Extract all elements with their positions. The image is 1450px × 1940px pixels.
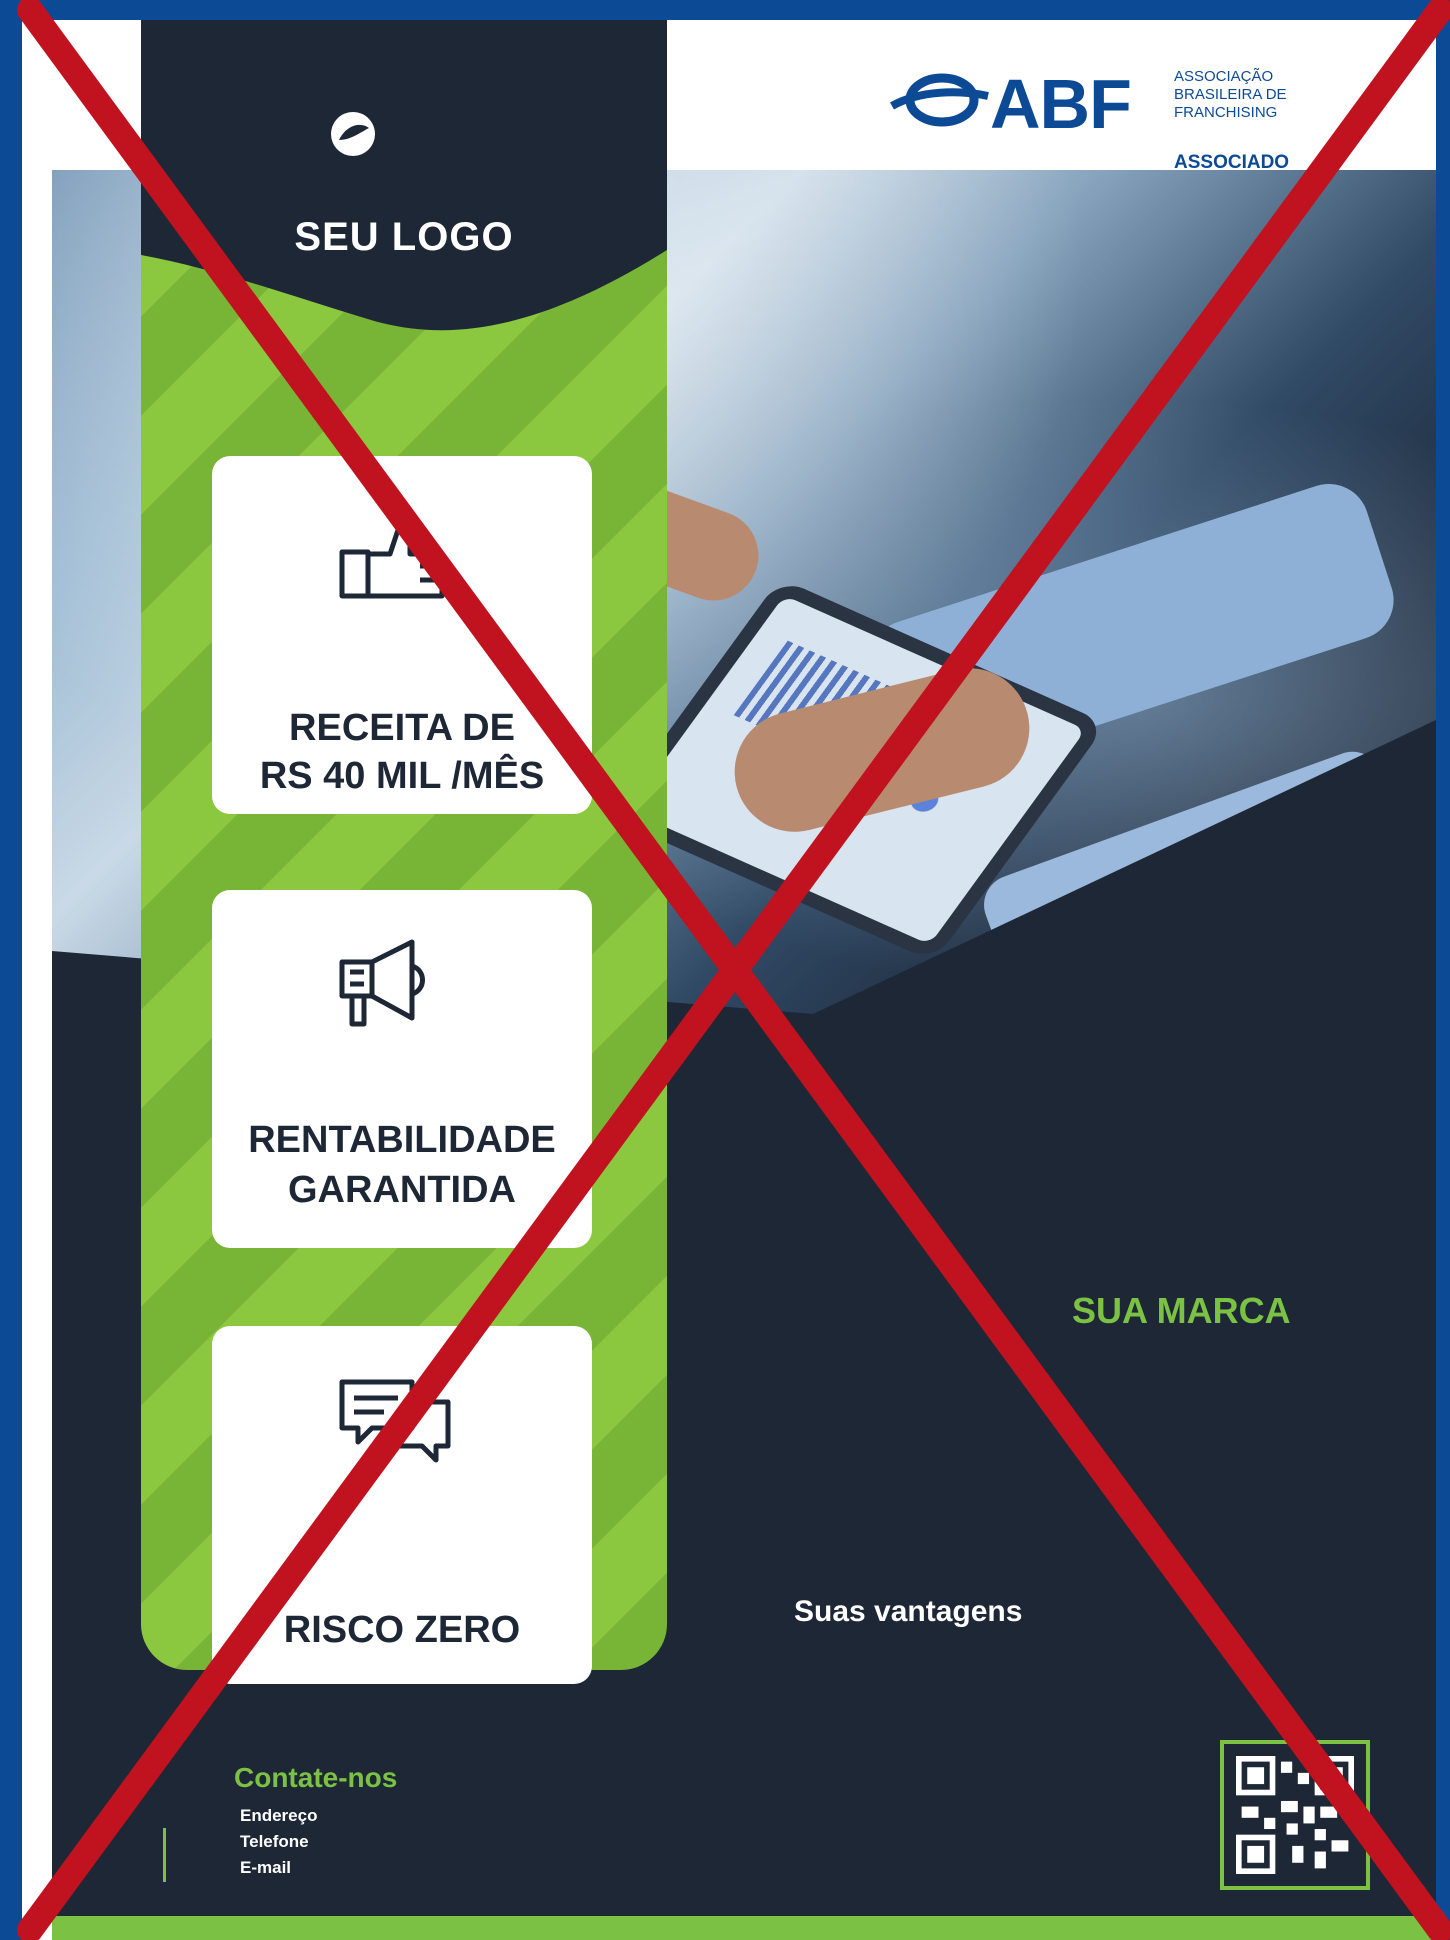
abf-associate-badge: ABF ASSOCIAÇÃO BRASILEIRA DE FRANCHISING… [890, 60, 1330, 180]
abf-org-name: ASSOCIAÇÃO BRASILEIRA DE FRANCHISING [1174, 68, 1287, 121]
feature-card-profitability: RENTABILIDADE GARANTIDA [212, 890, 592, 1248]
abf-wordmark: ABF [990, 65, 1132, 143]
feature-card-risk: RISCO ZERO [212, 1326, 592, 1684]
contact-email: E-mail [240, 1858, 292, 1877]
card-label-line1: RISCO ZERO [283, 1609, 521, 1651]
chat-bubbles-icon [339, 1379, 451, 1463]
thumbs-up-icon [339, 527, 445, 599]
card-label-line2: RS 40 MIL /MÊS [259, 755, 545, 797]
contact-phone: Telefone [240, 1832, 309, 1851]
abf-associate-tag: ASSOCIADO [1174, 152, 1290, 173]
green-footer-bar [52, 1916, 1436, 1940]
flyer-page: SEU LOGO RECEITA DE RS 40 MIL /MÊS RENTA… [22, 20, 1436, 1940]
card-label-line2: GARANTIDA [288, 1169, 516, 1211]
qr-code [1220, 1740, 1370, 1890]
contact-divider [163, 1828, 166, 1882]
card-label-line1: RENTABILIDADE [248, 1119, 556, 1161]
logo-text: SEU LOGO [294, 215, 514, 259]
qr-code-icon [1236, 1756, 1354, 1874]
megaphone-icon [339, 939, 425, 1027]
card-label-line1: RECEITA DE [289, 707, 515, 749]
contact-address: Endereço [240, 1806, 318, 1825]
brand-text: SUA MARCA [1072, 1290, 1291, 1331]
logo-header [141, 20, 667, 360]
circle-logo-icon [331, 112, 375, 156]
globe-logo-icon [890, 73, 989, 127]
feature-card-revenue: RECEITA DE RS 40 MIL /MÊS [212, 456, 592, 814]
contact-title: Contate-nos [234, 1762, 398, 1793]
advantages-text: Suas vantagens [794, 1595, 1023, 1628]
